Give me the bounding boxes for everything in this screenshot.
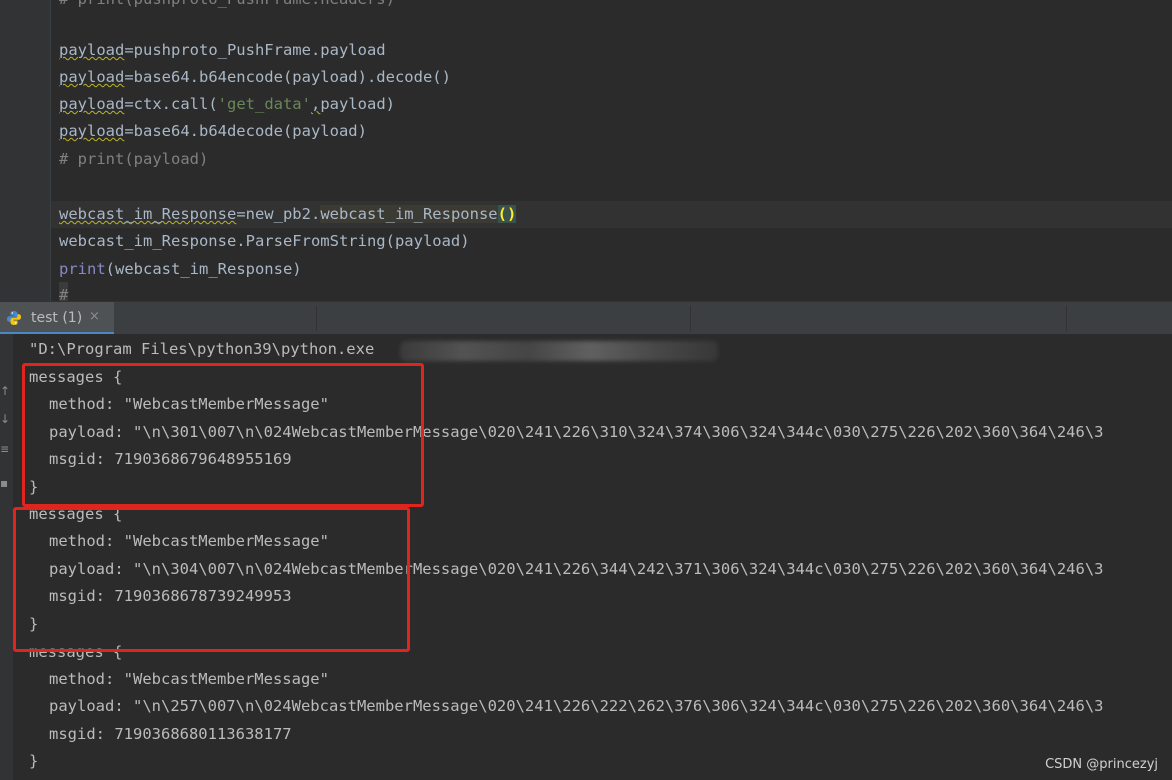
scroll-down-icon[interactable]: ↓ — [0, 412, 8, 426]
close-icon[interactable]: × — [89, 309, 100, 324]
line-number-gutter — [0, 0, 51, 301]
variable-response: webcast_im_Response — [59, 205, 237, 223]
class-reference: webcast_im_Response — [320, 205, 498, 223]
highlight-box — [22, 363, 424, 507]
builtin-print: print — [59, 260, 106, 278]
code-line-ctx-call[interactable]: payload=ctx.call('get_data',payload) — [59, 91, 395, 118]
console-gutter — [0, 334, 13, 780]
wrap-icon[interactable]: ≡ — [0, 442, 8, 456]
console-method: method: "WebcastMemberMessage" — [49, 670, 329, 688]
code-line-response-new[interactable]: webcast_im_Response=new_pb2.webcast_im_R… — [59, 201, 517, 228]
code-line-b64encode[interactable]: payload=base64.b64encode(payload).decode… — [59, 64, 451, 91]
tab-divider — [316, 306, 317, 331]
string-literal: 'get_data' — [217, 95, 311, 113]
code-text: =pushproto_PushFrame.payload — [124, 41, 386, 59]
code-text: payload) — [320, 95, 395, 113]
code-line-payload-assign[interactable]: payload=pushproto_PushFrame.payload — [59, 37, 386, 64]
console-msgid: msgid: 7190368680113638177 — [49, 725, 292, 743]
variable-payload: payload — [59, 122, 125, 140]
print-icon[interactable]: ▪ — [0, 476, 8, 490]
watermark: CSDN @princezyj — [1045, 757, 1158, 772]
run-tool-window-tabs: test (1) × — [0, 301, 1172, 335]
tab-divider — [690, 306, 691, 331]
tab-divider — [1066, 306, 1067, 331]
variable-payload: payload — [59, 95, 125, 113]
matched-parens: () — [497, 205, 517, 223]
run-tab-label: test (1) — [31, 310, 83, 326]
console-messages-close: } — [29, 752, 39, 770]
run-tab-test[interactable]: test (1) × — [0, 302, 114, 335]
code-line-print[interactable]: print(webcast_im_Response) — [59, 256, 302, 283]
scroll-up-icon[interactable]: ↑ — [0, 384, 8, 398]
variable-payload: payload — [59, 41, 125, 59]
code-editor[interactable]: # print(pushproto_PushFrame.headers) pay… — [0, 0, 1172, 301]
code-line-comment-print[interactable]: # print(payload) — [59, 146, 208, 173]
code-line-b64decode[interactable]: payload=base64.b64decode(payload) — [59, 118, 367, 145]
code-text: (webcast_im_Response) — [105, 260, 302, 278]
console-payload: payload: "\n\257\007\n\024WebcastMemberM… — [49, 697, 1104, 715]
python-icon — [7, 311, 21, 325]
code-text: =ctx.call( — [124, 95, 218, 113]
code-line-comment-headers[interactable]: # print(pushproto_PushFrame.headers) — [59, 0, 395, 13]
code-line-parse[interactable]: webcast_im_Response.ParseFromString(payl… — [59, 228, 470, 255]
code-line-comment-end[interactable]: # — [59, 282, 69, 301]
code-text: =base64.b64encode(payload).decode() — [124, 68, 451, 86]
code-text: =new_pb2. — [236, 205, 321, 223]
highlight-box — [13, 507, 410, 652]
code-text: =base64.b64decode(payload) — [124, 122, 367, 140]
variable-payload: payload — [59, 68, 125, 86]
redacted-path — [400, 341, 718, 361]
code-comma: , — [310, 95, 321, 113]
console-command-line: "D:\Program Files\python39\python.exe — [29, 340, 375, 358]
